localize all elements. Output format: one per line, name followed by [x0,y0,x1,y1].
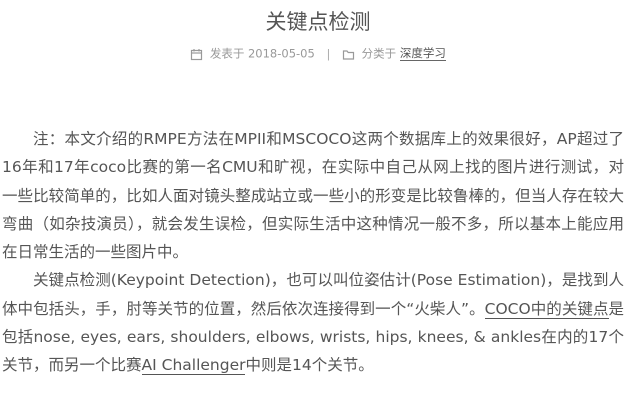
paragraph-intro: 关键点检测(Keypoint Detection)，也可以叫位姿估计(Pose … [2,266,624,379]
paragraph-note: 注：本文介绍的RMPE方法在MPII和MSCOCO这两个数据库上的效果很好，AP… [2,130,624,262]
post-page: 关键点检测 发表于 2018-05-05 | 分类于 深度学习 注：本文介绍的R… [0,0,636,414]
paragraph-text: 中则是14个关节。 [245,356,374,375]
category-label: 分类于 [361,46,397,61]
post-body: 注：本文介绍的RMPE方法在MPII和MSCOCO这两个数据库上的效果很好，AP… [2,125,624,380]
calendar-icon [190,47,203,61]
category-link[interactable]: 深度学习 [399,46,446,61]
coco-keypoints-link[interactable]: COCO中的关键点 [484,299,609,319]
ai-challenger-link[interactable]: AI Challenger [141,356,246,376]
posted-label: 发表于 [209,46,245,61]
folder-icon [342,47,355,60]
post-title: 关键点检测 [265,10,371,34]
meta-separator: | [326,46,331,61]
post-date: 2018-05-05 [247,46,315,61]
post-meta: 发表于 2018-05-05 | 分类于 深度学习 [0,43,636,64]
